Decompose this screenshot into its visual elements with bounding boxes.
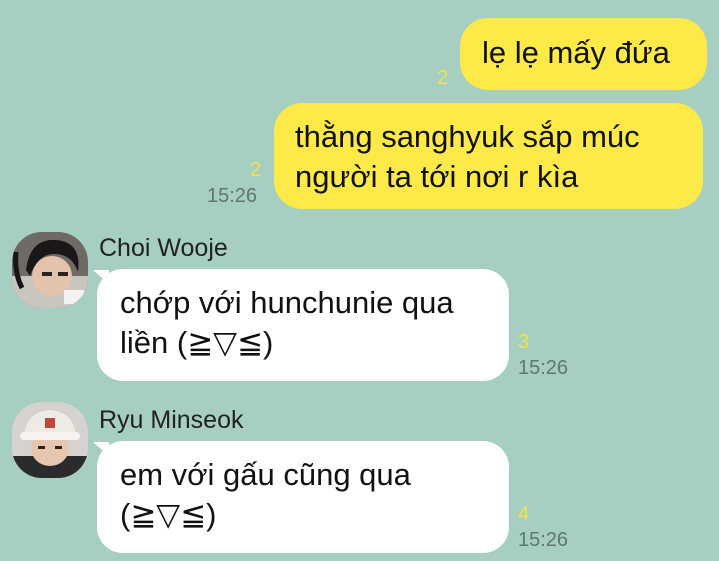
outgoing-message-bubble[interactable]: thằng sanghyuk sắp múc người ta tới nơi … — [274, 103, 703, 209]
unread-count: 2 — [437, 67, 449, 89]
message-text-line-2: người ta tới nơi r kìa — [295, 159, 579, 194]
message-text-line-1: em với gấu cũng qua — [120, 457, 411, 492]
avatar[interactable] — [12, 402, 88, 478]
unread-count: 4 — [518, 503, 530, 525]
unread-count: 3 — [518, 331, 530, 353]
outgoing-message-bubble[interactable]: lẹ lẹ mấy đứa — [460, 18, 707, 90]
chat-view[interactable]: lẹ lẹ mấy đứa 2 thằng sanghyuk sắp múc n… — [0, 0, 719, 561]
avatar-photo-icon — [12, 232, 88, 308]
message-time: 15:26 — [518, 529, 569, 551]
message-text-line-2: liền (≧▽≦) — [120, 325, 274, 360]
sender-name: Ryu Minseok — [99, 406, 244, 434]
incoming-message-bubble[interactable]: chớp với hunchunie qua liền (≧▽≦) — [97, 269, 509, 381]
message-text: lẹ lẹ mấy đứa — [482, 35, 670, 70]
message-time: 15:26 — [207, 185, 258, 207]
avatar-photo-icon — [12, 402, 88, 478]
avatar[interactable] — [12, 232, 88, 308]
sender-name: Choi Wooje — [99, 234, 228, 262]
message-text-line-1: chớp với hunchunie qua — [120, 285, 454, 320]
message-text-line-1: thằng sanghyuk sắp múc — [295, 119, 640, 154]
message-text-line-2: (≧▽≦) — [120, 497, 217, 532]
unread-count: 2 — [250, 159, 262, 181]
message-time: 15:26 — [518, 357, 569, 379]
incoming-message-bubble[interactable]: em với gấu cũng qua (≧▽≦) — [97, 441, 509, 553]
